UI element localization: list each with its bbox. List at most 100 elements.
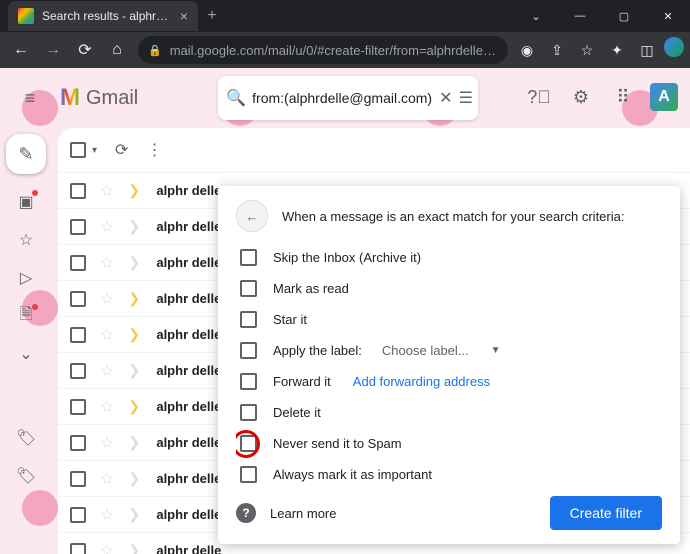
option-checkbox[interactable] <box>240 280 257 297</box>
panel-back-button[interactable]: ← <box>236 200 268 232</box>
menu-icon[interactable]: ≡ <box>10 88 50 109</box>
cube-icon[interactable]: ◫ <box>634 37 660 63</box>
help-badge-icon[interactable]: ? <box>236 503 256 523</box>
importance-icon[interactable]: ❯ <box>128 434 142 451</box>
starred-icon[interactable]: ☆ <box>16 230 36 250</box>
row-star-icon[interactable]: ☆ <box>100 541 114 554</box>
search-icon[interactable]: 🔍 <box>226 88 246 108</box>
filter-option[interactable]: Apply the label:Choose label...▼ <box>236 335 662 366</box>
reload-icon[interactable]: ⟳ <box>70 35 100 65</box>
option-checkbox[interactable] <box>240 466 257 483</box>
importance-icon[interactable]: ❯ <box>128 398 142 415</box>
importance-icon[interactable]: ❯ <box>128 326 142 343</box>
label2-icon[interactable]: 🏷 <box>16 466 36 486</box>
importance-icon[interactable]: ❯ <box>128 362 142 379</box>
filter-option[interactable]: Delete it <box>236 397 662 428</box>
option-checkbox[interactable] <box>240 249 257 266</box>
row-checkbox[interactable] <box>70 471 86 487</box>
search-options-icon[interactable]: ☰ <box>459 88 473 108</box>
caret-down-icon[interactable]: ⌄ <box>514 0 558 32</box>
importance-icon[interactable]: ❯ <box>128 218 142 235</box>
eye-icon[interactable]: ◉ <box>514 37 540 63</box>
row-checkbox[interactable] <box>70 399 86 415</box>
clear-search-icon[interactable]: ✕ <box>439 88 452 108</box>
alphr-extension-icon[interactable] <box>664 37 684 57</box>
create-filter-button[interactable]: Create filter <box>550 496 662 530</box>
search-input[interactable] <box>252 90 433 106</box>
browser-tab[interactable]: Search results - alphr101@gmail... × <box>8 1 198 31</box>
sender-name: alphr delle <box>156 327 221 342</box>
row-checkbox[interactable] <box>70 183 86 199</box>
option-checkbox[interactable] <box>240 342 257 359</box>
compose-button[interactable]: ✎ <box>6 134 46 174</box>
extensions-icon[interactable]: ✦ <box>604 37 630 63</box>
row-star-icon[interactable]: ☆ <box>100 253 114 273</box>
row-star-icon[interactable]: ☆ <box>100 181 114 201</box>
row-star-icon[interactable]: ☆ <box>100 289 114 309</box>
row-star-icon[interactable]: ☆ <box>100 361 114 381</box>
row-checkbox[interactable] <box>70 291 86 307</box>
gmail-logo[interactable]: M Gmail <box>60 84 138 112</box>
star-icon[interactable]: ☆ <box>574 37 600 63</box>
row-star-icon[interactable]: ☆ <box>100 325 114 345</box>
row-star-icon[interactable]: ☆ <box>100 469 114 489</box>
option-label: Mark as read <box>273 281 349 296</box>
home-icon[interactable]: ⌂ <box>102 35 132 65</box>
option-checkbox[interactable] <box>240 373 257 390</box>
importance-icon[interactable]: ❯ <box>128 470 142 487</box>
alphr-logo[interactable]: A <box>650 83 678 111</box>
row-checkbox[interactable] <box>70 543 86 554</box>
filter-option[interactable]: Star it <box>236 304 662 335</box>
option-checkbox[interactable] <box>240 404 257 421</box>
back-icon[interactable]: ← <box>6 35 36 65</box>
option-select[interactable]: Choose label... <box>382 343 469 358</box>
importance-icon[interactable]: ❯ <box>128 506 142 523</box>
row-checkbox[interactable] <box>70 435 86 451</box>
filter-option[interactable]: Never send it to Spam <box>236 428 662 459</box>
apps-grid-icon[interactable]: ⠿ <box>608 82 638 112</box>
minimize-icon[interactable]: — <box>558 0 602 32</box>
importance-icon[interactable]: ❯ <box>128 290 142 307</box>
filter-option[interactable]: Mark as read <box>236 273 662 304</box>
option-link[interactable]: Add forwarding address <box>353 374 490 389</box>
gear-icon[interactable]: ⚙ <box>566 82 596 112</box>
row-star-icon[interactable]: ☆ <box>100 433 114 453</box>
url-bar[interactable]: 🔒 mail.google.com/mail/u/0/#create-filte… <box>138 36 508 64</box>
option-checkbox[interactable] <box>240 311 257 328</box>
drafts-icon[interactable]: 🗎 <box>16 306 36 326</box>
close-icon[interactable]: × <box>180 8 188 24</box>
option-checkbox[interactable] <box>240 435 257 452</box>
new-tab-button[interactable]: + <box>198 7 226 25</box>
filter-option[interactable]: Always mark it as important <box>236 459 662 486</box>
select-dropdown-icon[interactable]: ▾ <box>92 145 97 156</box>
row-star-icon[interactable]: ☆ <box>100 505 114 525</box>
label-icon[interactable]: 🏷 <box>16 428 36 448</box>
row-star-icon[interactable]: ☆ <box>100 397 114 417</box>
row-checkbox[interactable] <box>70 507 86 523</box>
sent-icon[interactable]: ▷ <box>16 268 36 288</box>
importance-icon[interactable]: ❯ <box>128 542 142 554</box>
row-checkbox[interactable] <box>70 255 86 271</box>
filter-option[interactable]: Forward itAdd forwarding address <box>236 366 662 397</box>
expand-icon[interactable]: ⌄ <box>16 344 36 364</box>
share-icon[interactable]: ⇪ <box>544 37 570 63</box>
select-all-checkbox[interactable] <box>70 142 86 158</box>
maximize-icon[interactable]: ▢ <box>602 0 646 32</box>
sender-name: alphr delle <box>156 363 221 378</box>
importance-icon[interactable]: ❯ <box>128 182 142 199</box>
importance-icon[interactable]: ❯ <box>128 254 142 271</box>
filter-option[interactable]: Skip the Inbox (Archive it) <box>236 242 662 273</box>
window-close-icon[interactable]: ✕ <box>646 0 690 32</box>
row-checkbox[interactable] <box>70 327 86 343</box>
learn-more-link[interactable]: Learn more <box>270 506 336 521</box>
row-checkbox[interactable] <box>70 219 86 235</box>
row-checkbox[interactable] <box>70 363 86 379</box>
row-star-icon[interactable]: ☆ <box>100 217 114 237</box>
inbox-icon[interactable]: ▣ <box>16 192 36 212</box>
chevron-down-icon[interactable]: ▼ <box>491 345 501 356</box>
sender-name: alphr delle <box>156 507 221 522</box>
more-icon[interactable]: ⋮ <box>146 140 162 160</box>
help-icon[interactable]: ?⃝ <box>524 82 554 112</box>
refresh-icon[interactable]: ⟳ <box>115 140 128 160</box>
search-box[interactable]: 🔍 ✕ ☰ <box>218 76 478 120</box>
